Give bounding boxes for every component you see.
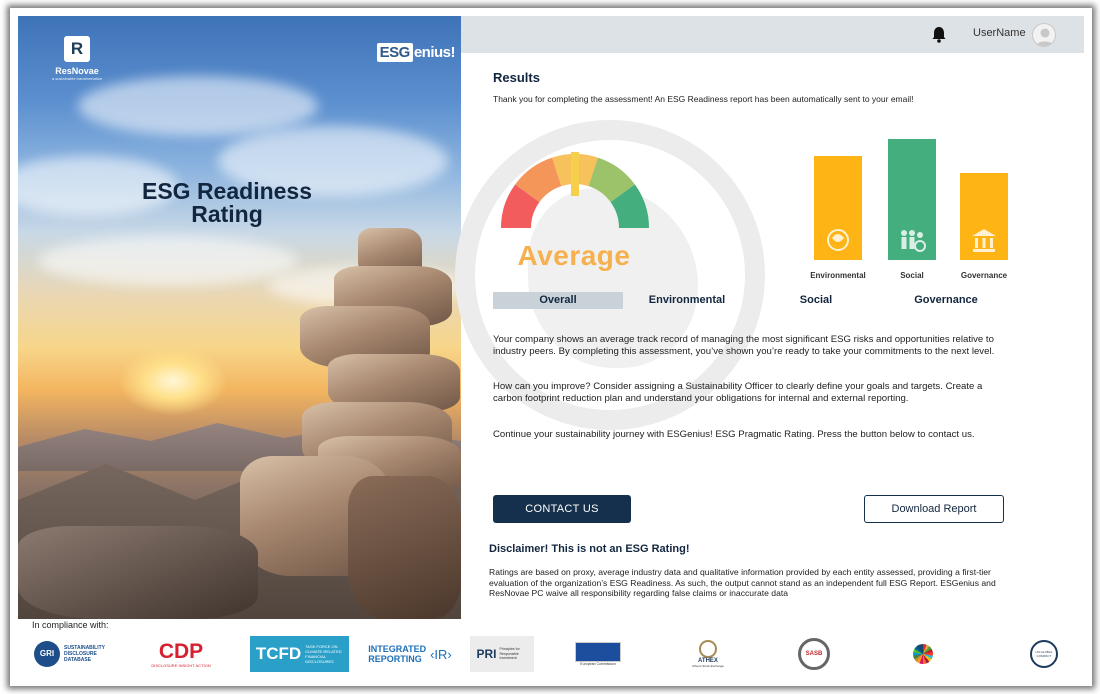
readiness-gauge — [501, 152, 649, 228]
athex-logo: ATHEX Athens Stock Exchange — [690, 636, 726, 672]
compliance-logos: GRI SUSTAINABILITY DISCLOSURE DATABASE C… — [10, 632, 1092, 676]
gri-logo: GRI SUSTAINABILITY DISCLOSURE DATABASE — [32, 636, 112, 672]
contact-us-button[interactable]: CONTACT US — [493, 495, 631, 523]
bar-label-governance: Governance — [960, 271, 1008, 280]
bar-social — [888, 139, 936, 260]
tab-overall[interactable]: Overall — [493, 292, 623, 309]
disclaimer-text: Ratings are based on proxy, average indu… — [489, 567, 996, 598]
pillar-bar-chart: Environmental Social Governance — [786, 136, 1016, 286]
results-subtitle: Thank you for completing the assessment!… — [493, 94, 914, 104]
bar-label-social: Social — [900, 271, 924, 280]
result-description: Your company shows an average track reco… — [493, 334, 995, 357]
overall-rating-label: Average — [517, 240, 631, 271]
cdp-logo: CDP DISCLOSURE INSIGHT ACTION — [151, 639, 211, 668]
tab-social[interactable]: Social — [751, 292, 881, 309]
integrated-reporting-logo: INTEGRATED REPORTING ‹IR› — [368, 644, 452, 664]
un-global-compact-logo: UN GLOBAL COMPACT — [1026, 636, 1062, 672]
tcfd-logo: TCFD TASK FORCE ON CLIMATE-RELATED FINAN… — [250, 636, 349, 672]
username-label[interactable]: UserName — [973, 27, 1026, 39]
tab-governance[interactable]: Governance — [881, 292, 1011, 309]
gauge-needle — [571, 152, 579, 196]
hero-title: ESG Readiness Rating — [141, 178, 313, 227]
governance-building-icon — [970, 226, 998, 254]
bar-environmental — [814, 156, 862, 260]
hero-image: R ResNovae a sustainable transformation … — [18, 16, 461, 619]
pillar-tabs: Overall Environmental Social Governance — [493, 292, 1013, 310]
download-report-button[interactable]: Download Report — [864, 495, 1004, 523]
improvement-advice: How can you improve? Consider assigning … — [493, 381, 983, 404]
continue-text: Continue your sustainability journey wit… — [493, 429, 975, 440]
sdg-wheel-logo — [910, 636, 936, 672]
bell-icon[interactable] — [931, 26, 947, 43]
pri-logo: PRI Principles for Responsible Investmen… — [470, 636, 534, 672]
app-frame: R ResNovae a sustainable transformation … — [10, 8, 1092, 686]
disclaimer-title: Disclaimer! This is not an ESG Rating! — [489, 543, 690, 555]
results-title: Results — [493, 70, 540, 85]
sasb-logo: SASB — [796, 636, 832, 672]
social-people-icon — [898, 226, 926, 254]
european-commission-logo: European Commission — [573, 636, 623, 672]
tab-environmental[interactable]: Environmental — [622, 292, 752, 309]
bar-label-environmental: Environmental — [810, 271, 866, 280]
bar-governance — [960, 173, 1008, 260]
top-bar: UserName — [461, 16, 1084, 53]
environmental-icon — [824, 226, 852, 254]
resnovae-logo[interactable]: R ResNovae a sustainable transformation — [42, 36, 112, 81]
user-avatar-icon[interactable] — [1032, 23, 1056, 47]
compliance-label: In compliance with: — [32, 620, 109, 630]
esgenius-logo[interactable]: ESG enius! — [376, 43, 456, 62]
